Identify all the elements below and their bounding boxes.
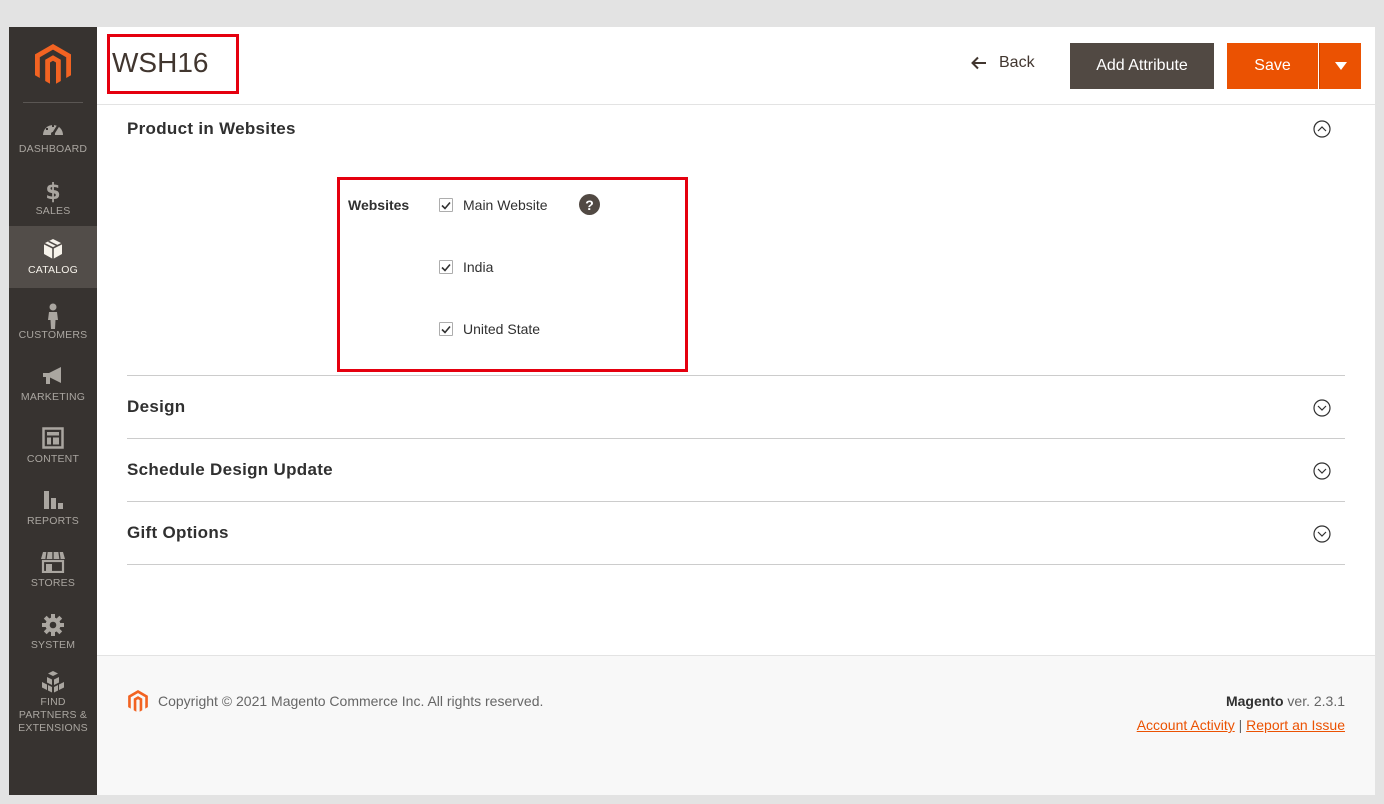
copyright-text: Copyright © 2021 Magento Commerce Inc. A… bbox=[158, 693, 544, 709]
page-footer: Copyright © 2021 Magento Commerce Inc. A… bbox=[97, 655, 1375, 795]
sidebar-item-content[interactable]: CONTENT bbox=[9, 417, 97, 479]
chevron-down-icon[interactable] bbox=[1313, 462, 1331, 480]
sidebar-item-reports[interactable]: REPORTS bbox=[9, 479, 97, 541]
section-title-product-in-websites[interactable]: Product in Websites bbox=[127, 119, 296, 139]
admin-frame: DASHBOARD $ SALES CATALOG CUSTOMERS MARK… bbox=[9, 27, 1375, 795]
cube-icon bbox=[9, 238, 97, 264]
person-icon bbox=[9, 303, 97, 329]
sidebar-item-find-partners[interactable]: FIND PARTNERS & EXTENSIONS bbox=[9, 665, 97, 735]
sidebar-item-label: STORES bbox=[30, 577, 76, 589]
dollar-icon: $ bbox=[9, 179, 97, 205]
section-title-gift-options[interactable]: Gift Options bbox=[127, 523, 229, 543]
sidebar-item-system[interactable]: SYSTEM bbox=[9, 603, 97, 665]
sidebar-item-label: FIND PARTNERS & EXTENSIONS bbox=[18, 696, 88, 734]
back-button-label: Back bbox=[999, 54, 1035, 71]
title-highlight-box bbox=[107, 34, 239, 94]
version-number: ver. 2.3.1 bbox=[1287, 693, 1345, 709]
sidebar-item-label: SALES bbox=[35, 205, 71, 217]
sidebar-item-marketing[interactable]: MARKETING bbox=[9, 355, 97, 417]
add-attribute-button[interactable]: Add Attribute bbox=[1070, 43, 1214, 89]
admin-sidebar: DASHBOARD $ SALES CATALOG CUSTOMERS MARK… bbox=[9, 27, 97, 795]
magento-logo-icon bbox=[35, 44, 71, 84]
sidebar-item-customers[interactable]: CUSTOMERS bbox=[9, 293, 97, 355]
caret-down-icon bbox=[1334, 62, 1347, 70]
svg-text:$: $ bbox=[45, 180, 60, 203]
section-title-design[interactable]: Design bbox=[127, 397, 185, 417]
sidebar-item-label: SYSTEM bbox=[30, 639, 76, 651]
account-activity-link[interactable]: Account Activity bbox=[1137, 717, 1235, 733]
page-header: WSH16 Back Add Attribute Save bbox=[97, 27, 1375, 105]
section-divider bbox=[127, 375, 1345, 376]
save-button[interactable]: Save bbox=[1227, 43, 1318, 89]
section-divider bbox=[127, 501, 1345, 502]
sidebar-divider bbox=[23, 102, 83, 103]
sidebar-item-label: REPORTS bbox=[27, 515, 79, 527]
storefront-icon bbox=[9, 551, 97, 577]
sidebar-item-catalog[interactable]: CATALOG bbox=[9, 226, 97, 288]
chevron-down-icon[interactable] bbox=[1313, 399, 1331, 417]
websites-highlight-box bbox=[337, 177, 688, 372]
chevron-up-icon[interactable] bbox=[1313, 120, 1331, 138]
sidebar-item-stores[interactable]: STORES bbox=[9, 541, 97, 603]
section-divider bbox=[127, 564, 1345, 565]
link-separator: | bbox=[1238, 717, 1243, 733]
section-title-schedule-design-update[interactable]: Schedule Design Update bbox=[127, 460, 333, 480]
brand-name: Magento bbox=[1225, 693, 1284, 709]
back-button[interactable]: Back bbox=[971, 54, 1035, 72]
layout-icon bbox=[9, 427, 97, 453]
sidebar-item-label: MARKETING bbox=[20, 391, 86, 403]
megaphone-icon bbox=[9, 365, 97, 391]
sidebar-item-dashboard[interactable]: DASHBOARD bbox=[9, 107, 97, 169]
report-issue-link[interactable]: Report an Issue bbox=[1246, 717, 1345, 733]
version-info: Magento ver. 2.3.1 bbox=[1226, 693, 1345, 709]
sidebar-item-label: CATALOG bbox=[27, 264, 79, 276]
sidebar-item-label: DASHBOARD bbox=[18, 143, 88, 155]
magento-footer-logo-icon bbox=[128, 690, 148, 712]
bar-chart-icon bbox=[9, 489, 97, 515]
gear-icon bbox=[9, 613, 97, 639]
save-options-toggle[interactable] bbox=[1319, 43, 1361, 89]
chevron-down-icon[interactable] bbox=[1313, 525, 1331, 543]
boxes-icon bbox=[9, 670, 97, 696]
arrow-left-icon bbox=[971, 56, 986, 70]
sidebar-item-label: CUSTOMERS bbox=[18, 329, 88, 341]
footer-links: Account Activity | Report an Issue bbox=[1137, 717, 1345, 733]
sidebar-item-label: CONTENT bbox=[26, 453, 80, 465]
magento-logo[interactable] bbox=[9, 27, 97, 103]
section-divider bbox=[127, 438, 1345, 439]
speedometer-icon bbox=[9, 117, 97, 143]
sidebar-item-sales[interactable]: $ SALES bbox=[9, 169, 97, 231]
